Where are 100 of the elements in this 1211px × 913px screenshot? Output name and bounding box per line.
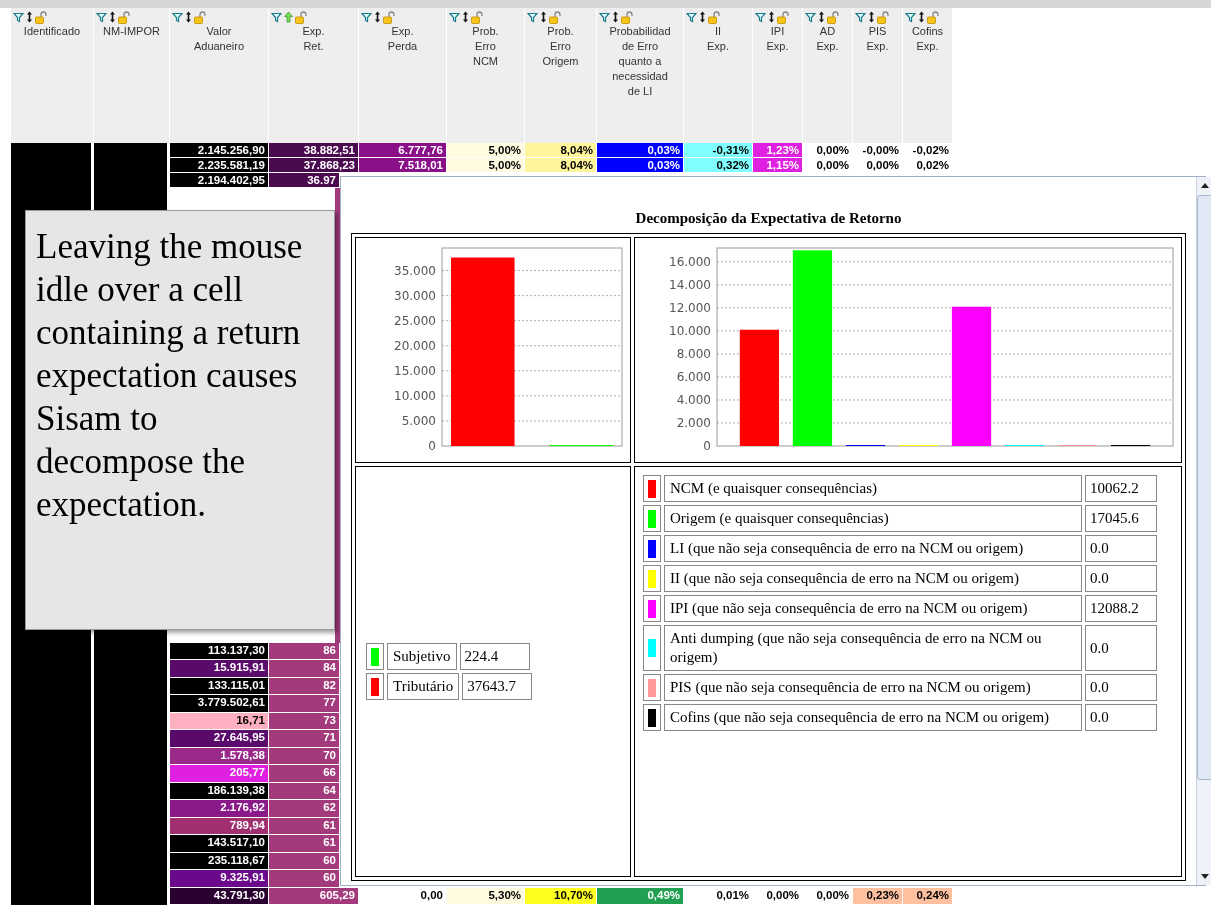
axis-tick-label: 12.000	[669, 300, 711, 315]
sort-icon[interactable]	[699, 11, 706, 23]
header-label: Valor Aduaneiro	[192, 24, 246, 54]
header-label: IPI Exp.	[765, 24, 790, 54]
sort-icon[interactable]	[26, 11, 33, 23]
legend-value: 0.0	[1085, 565, 1157, 592]
sort-icon[interactable]	[818, 11, 825, 23]
scroll-thumb[interactable]	[1197, 195, 1211, 780]
column-header[interactable]: Valor Aduaneiro	[170, 8, 269, 143]
legend-value: 37643.7	[462, 673, 533, 700]
filter-icon[interactable]	[905, 11, 916, 23]
legend-label: NCM (e quaisquer consequências)	[664, 475, 1082, 502]
axis-tick-label: 0	[428, 439, 436, 453]
filter-icon[interactable]	[527, 11, 538, 23]
legend-value: 12088.2	[1085, 595, 1157, 622]
column-header[interactable]: Probabilidad de Erro quanto a necessidad de LI	[597, 8, 684, 143]
column-header[interactable]: PIS Exp.	[853, 8, 903, 143]
axis-tick-label: 0	[703, 439, 711, 453]
callout-text: Leaving the mouse idle over a cell containing a return expectation causes Sisam to decompose the expectation.	[36, 226, 304, 526]
table-cell: 10,70%	[525, 887, 597, 905]
column-header[interactable]: Exp. Ret.	[269, 8, 359, 143]
axis-tick-label: 35.000	[394, 263, 436, 278]
column-header[interactable]: IPI Exp.	[753, 8, 803, 143]
filter-icon[interactable]	[686, 11, 697, 23]
legend-label: PIS (que não seja consequência de erro na NCM ou origem)	[664, 674, 1082, 701]
header-label: Cofins Exp.	[910, 24, 945, 54]
sort-icon[interactable]	[109, 11, 116, 23]
table-cell: -0,31%	[684, 143, 753, 158]
legend-value: 10062.2	[1085, 475, 1157, 502]
table-cell: 0,03%	[597, 143, 684, 158]
axis-tick-label: 6.000	[676, 369, 711, 384]
column-header[interactable]: Prob. Erro Origem	[525, 8, 597, 143]
filter-icon[interactable]	[805, 11, 816, 23]
header-label: PIS Exp.	[865, 24, 890, 54]
table-cell: 2.176,92	[170, 800, 269, 818]
filter-icon[interactable]	[755, 11, 766, 23]
sort-icon[interactable]	[868, 11, 875, 23]
table-cell: 8,04%	[525, 158, 597, 173]
table-cell: 3.779.502,61	[170, 695, 269, 713]
axis-tick-label: 2.000	[676, 416, 711, 430]
table-cell: 77	[269, 695, 340, 713]
table-cell: 7.518,01	[359, 158, 447, 173]
column-header[interactable]: Prob. Erro NCM	[447, 8, 525, 143]
sort-icon[interactable]	[185, 11, 192, 23]
column-header[interactable]: NM-IMPOR	[94, 8, 170, 143]
table-cell: 38.882,51	[269, 143, 359, 158]
table-cell: 60	[269, 870, 340, 888]
axis-tick-label: 5.000	[401, 413, 436, 428]
legend-label: Origem (e quaisquer consequências)	[664, 505, 1082, 532]
filter-icon[interactable]	[855, 11, 866, 23]
table-cell: 0,03%	[597, 158, 684, 173]
filter-icon[interactable]	[271, 11, 282, 23]
sort-icon[interactable]	[374, 11, 381, 23]
table-cell: 1,15%	[753, 158, 803, 173]
column-header[interactable]: II Exp.	[684, 8, 753, 143]
legend-value: 0.0	[1085, 535, 1157, 562]
table-cell: 71	[269, 730, 340, 748]
header-label: Exp. Perda	[386, 24, 419, 54]
lock-icon[interactable]	[295, 10, 307, 24]
table-cell: 5,00%	[447, 158, 525, 173]
sort-icon[interactable]	[540, 11, 547, 23]
sort-icon[interactable]	[612, 11, 619, 23]
filter-icon[interactable]	[13, 11, 24, 23]
scrollbar[interactable]	[1196, 177, 1211, 885]
sort-icon[interactable]	[918, 11, 925, 23]
header-label: Probabilidad de Erro quanto a necessidad de LI	[608, 24, 672, 99]
sort-icon[interactable]	[462, 11, 469, 23]
legend-label: IPI (que não seja consequência de erro na NCM ou origem)	[664, 595, 1082, 622]
legend-value: 0.0	[1085, 704, 1157, 731]
filter-icon[interactable]	[172, 11, 183, 23]
filter-icon[interactable]	[96, 11, 107, 23]
header-label: Prob. Erro NCM	[471, 24, 500, 69]
table-cell: 15.915,91	[170, 660, 269, 678]
table-cell: 27.645,95	[170, 730, 269, 748]
column-header[interactable]: Cofins Exp.	[903, 8, 953, 143]
header-label: II Exp.	[706, 24, 730, 54]
legend-value: 224.4	[459, 643, 530, 670]
header-label: NM-IMPOR	[102, 24, 161, 39]
table-cell: 1,23%	[753, 143, 803, 158]
column-header[interactable]: AD Exp.	[803, 8, 853, 143]
axis-tick-label: 14.000	[669, 277, 711, 292]
filter-icon[interactable]	[599, 11, 610, 23]
axis-tick-label: 4.000	[676, 392, 711, 407]
legend-label: Subjetivo	[387, 643, 457, 670]
axis-tick-label: 10.000	[669, 323, 711, 338]
legend-value: 17045.6	[1085, 505, 1157, 532]
filter-icon[interactable]	[449, 11, 460, 23]
legend-value: 0.0	[1085, 625, 1157, 671]
column-header[interactable]: Identificado	[11, 8, 94, 143]
header-label: Prob. Erro Origem	[541, 24, 580, 69]
sort-icon[interactable]	[768, 11, 775, 23]
table-cell: 0,23%	[853, 887, 903, 905]
sort-up-icon[interactable]	[284, 11, 293, 23]
table-cell: 205,77	[170, 765, 269, 783]
filter-icon[interactable]	[361, 11, 372, 23]
table-cell: 5,30%	[447, 887, 525, 905]
column-header[interactable]: Exp. Perda	[359, 8, 447, 143]
legend-value: 0.0	[1085, 674, 1157, 701]
table-cell: 66	[269, 765, 340, 783]
table-cell: 143.517,10	[170, 835, 269, 853]
